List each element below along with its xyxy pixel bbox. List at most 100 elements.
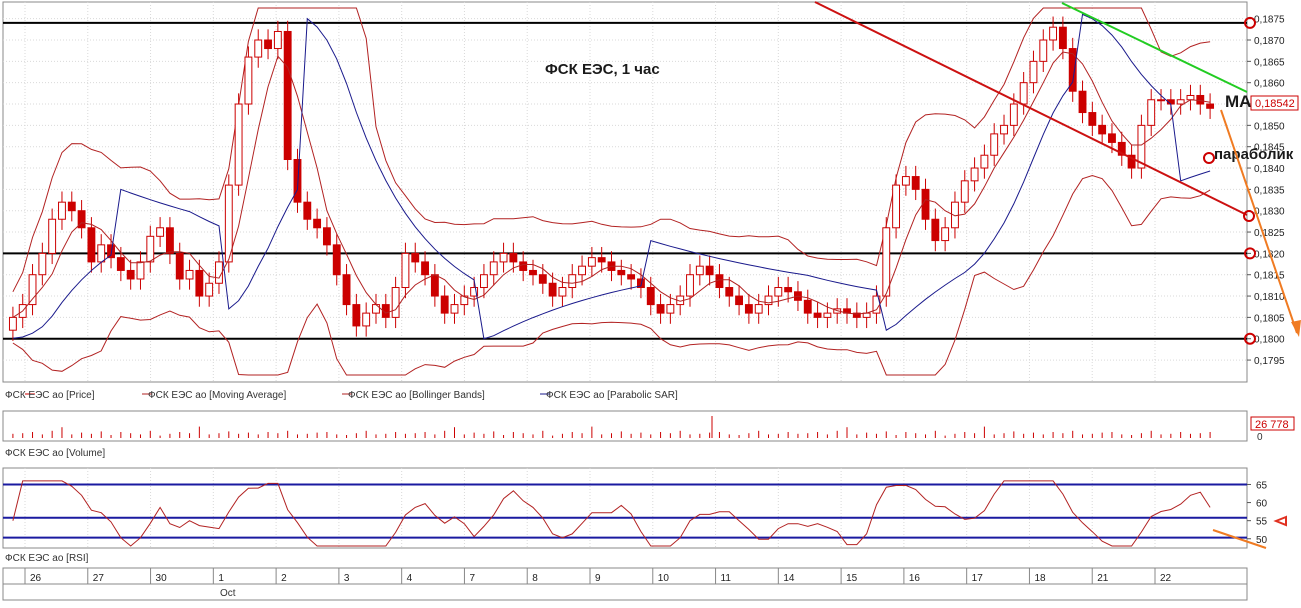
candle-body — [931, 218, 940, 242]
candle-body — [578, 265, 586, 276]
candle-body — [28, 274, 37, 306]
candle-body — [892, 184, 901, 229]
candle-body — [990, 133, 999, 156]
legend-label: ФСК ЕЭС ао [Parabolic SAR] — [546, 390, 678, 401]
candle-body — [126, 269, 135, 280]
rsi-legend: ФСК ЕЭС ао [RSI] — [5, 553, 89, 564]
y-tick-label: 0,1800 — [1254, 335, 1285, 346]
candle-body — [283, 30, 292, 160]
candle-body — [58, 201, 66, 220]
candle-body — [195, 269, 204, 297]
ma-annotation: MA — [1225, 92, 1251, 111]
x-tick-label: 14 — [783, 573, 795, 584]
candle-body — [1029, 60, 1038, 84]
candle-body — [38, 252, 47, 276]
x-tick-label: 7 — [469, 573, 475, 584]
candle-body — [813, 312, 822, 318]
current-price-label: 0,18542 — [1255, 98, 1295, 110]
candle-body — [705, 265, 714, 276]
candle-body — [430, 274, 439, 297]
candle-body — [322, 227, 331, 246]
candle-body — [1049, 26, 1058, 41]
x-tick-label: 30 — [156, 573, 168, 584]
candle-body — [646, 287, 655, 306]
legend-label: ФСК ЕЭС ао [Bollinger Bands] — [348, 390, 485, 401]
candle-body — [970, 167, 979, 182]
candle-body — [587, 257, 596, 267]
candle-body — [558, 287, 567, 297]
y-tick-label: 0,1875 — [1254, 15, 1285, 26]
x-tick-label: 18 — [1034, 573, 1046, 584]
x-tick-label: 27 — [93, 573, 105, 584]
x-tick-label: 21 — [1097, 573, 1109, 584]
rsi-tick-label: 65 — [1256, 480, 1268, 491]
candle-body — [1147, 99, 1156, 126]
volume-value-label: 26 778 — [1255, 419, 1289, 431]
candle-body — [1196, 94, 1205, 105]
candle-body — [372, 304, 380, 314]
candle-body — [499, 252, 508, 263]
x-tick-label: 1 — [218, 573, 224, 584]
y-tick-label: 0,1870 — [1254, 36, 1285, 47]
price-y-axis: 0,18750,18700,18650,18600,18550,18500,18… — [1247, 15, 1285, 367]
x-tick-label: 22 — [1160, 573, 1172, 584]
x-tick-label: 9 — [595, 573, 601, 584]
candle-body — [67, 201, 76, 212]
volume-zero-label: 0 — [1257, 432, 1263, 443]
candle-body — [156, 227, 165, 237]
candle-body — [666, 304, 675, 314]
y-tick-label: 0,1810 — [1254, 292, 1285, 303]
candle-body — [568, 274, 577, 289]
candle-body — [1088, 112, 1097, 126]
candle-body — [8, 316, 17, 331]
candle-body — [87, 227, 96, 263]
chart-canvas: 0,18750,18700,18650,18600,18550,18500,18… — [2, 1, 1301, 601]
candle-body — [1186, 94, 1195, 101]
candle-body — [48, 218, 57, 254]
candle-body — [254, 39, 263, 58]
x-tick-label: 8 — [532, 573, 538, 584]
candle-body — [146, 235, 155, 263]
y-tick-label: 0,1805 — [1254, 313, 1285, 324]
candle-body — [175, 252, 184, 280]
x-tick-label: 10 — [658, 573, 670, 584]
candle-body — [116, 257, 125, 271]
candle-body — [440, 295, 449, 314]
candle-body — [519, 261, 528, 271]
candle-body — [362, 312, 371, 327]
candle-body — [479, 274, 488, 289]
candle-body — [744, 304, 753, 314]
y-tick-label: 0,1835 — [1254, 185, 1285, 196]
candle-body — [921, 188, 930, 220]
candle-body — [1108, 133, 1116, 143]
candle-body — [332, 244, 341, 276]
x-tick-label: 16 — [909, 573, 921, 584]
candle-body — [627, 274, 636, 280]
candle-body — [136, 261, 145, 280]
candle-body — [656, 304, 665, 314]
candle-body — [725, 287, 734, 297]
candle-body — [980, 154, 989, 169]
x-tick-label: 3 — [344, 573, 350, 584]
candle-body — [686, 274, 694, 297]
price-legend: ФСК ЕЭС ао [Price] ФСК ЕЭС ао [Moving Ave… — [5, 390, 678, 401]
candle-body — [273, 30, 282, 50]
x-tick-label: 15 — [846, 573, 858, 584]
candle-body — [538, 274, 547, 284]
candle-body — [784, 287, 793, 293]
x-axis-month-label: Oct — [220, 588, 236, 599]
y-tick-label: 0,1865 — [1254, 57, 1285, 68]
candle-body — [911, 176, 920, 190]
candle-body — [617, 269, 626, 276]
legend-label: ФСК ЕЭС ао [Moving Average] — [148, 390, 286, 401]
candle-body — [411, 252, 420, 263]
candle-body — [1039, 39, 1048, 62]
candle-body — [882, 227, 891, 297]
candle-body — [754, 304, 763, 314]
candle-body — [1078, 90, 1087, 114]
candle-body — [509, 252, 518, 263]
candle-body — [1009, 103, 1018, 126]
candle-body — [234, 103, 243, 186]
y-tick-label: 0,1795 — [1254, 356, 1285, 367]
candle-body — [941, 227, 950, 242]
